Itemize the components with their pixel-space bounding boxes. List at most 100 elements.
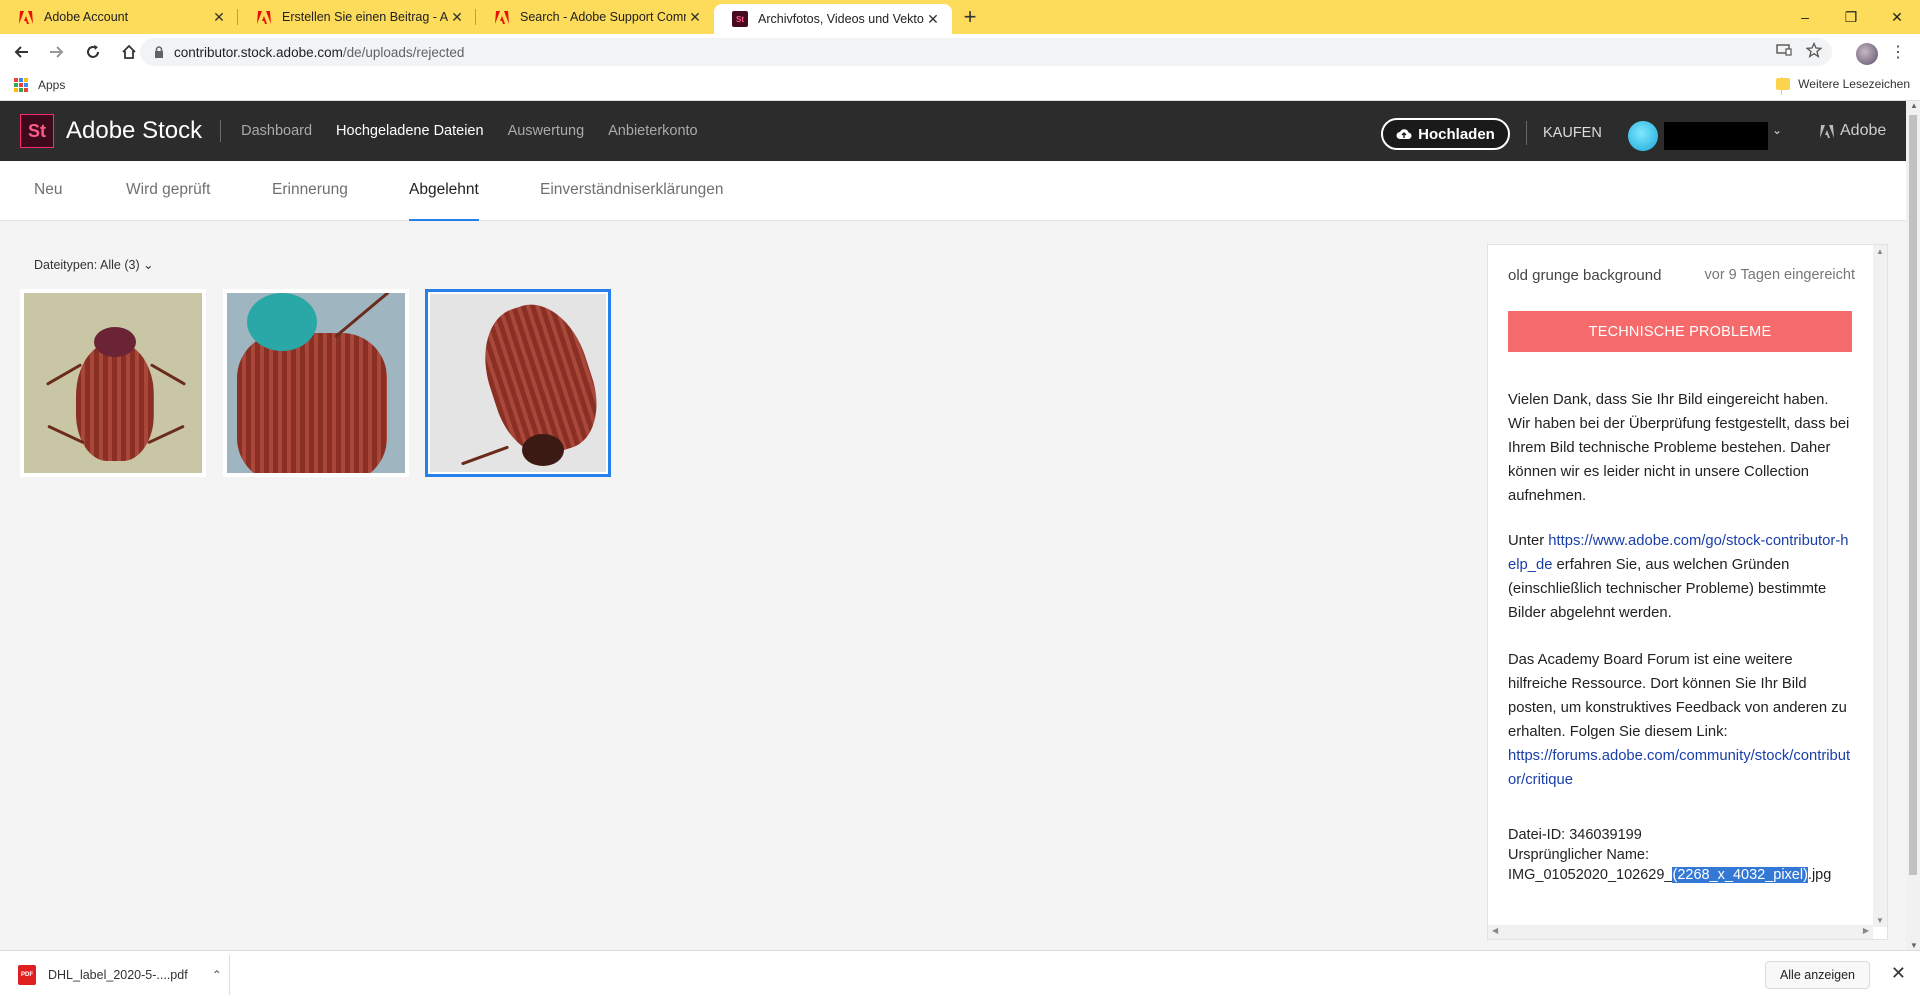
back-button[interactable] [6,37,36,67]
star-icon [1806,42,1822,58]
close-icon[interactable]: ✕ [448,9,466,26]
pdf-file-icon: PDF [18,965,36,985]
new-tab-button[interactable]: + [952,0,988,34]
nav-dashboard[interactable]: Dashboard [241,123,312,139]
restore-button[interactable]: ❐ [1828,0,1874,34]
address-bar[interactable]: contributor.stock.adobe.com/de/uploads/r… [140,38,1832,66]
forward-button[interactable] [42,37,72,67]
nav-contributor-account[interactable]: Anbieterkonto [608,123,697,139]
user-name-redacted[interactable] [1664,122,1768,150]
adobe-icon [494,9,510,25]
url-path: /de/uploads/rejected [342,44,465,60]
reload-button[interactable] [78,37,108,67]
apps-bookmark[interactable]: Apps [38,78,65,92]
tab-title: Archivfotos, Videos und Vektorg [758,12,924,26]
upload-thumbnail[interactable] [20,289,206,477]
tab-new[interactable]: Neu [34,161,62,221]
rejection-message: Vielen Dank, dass Sie Ihr Bild eingereic… [1508,392,1850,504]
filename-selected-text[interactable]: (2268_x_4032_pixel) [1672,867,1808,883]
stock-header: St Adobe Stock Dashboard Hochgeladene Da… [0,101,1906,161]
panel-vertical-scrollbar[interactable]: ▲ ▼ [1873,245,1887,927]
filter-label: Dateitypen: Alle (3) [34,258,140,272]
header-divider [1526,121,1527,145]
page-viewport: St Adobe Stock Dashboard Hochgeladene Da… [0,101,1906,950]
help-paragraph: Unter https://www.adobe.com/go/stock-con… [1508,529,1854,625]
user-avatar[interactable] [1628,121,1658,151]
chevron-up-icon[interactable]: ⌃ [212,968,222,982]
original-filename: IMG_01052020_102629_(2268_x_4032_pixel).… [1508,865,1868,885]
scroll-left-icon[interactable]: ◀ [1492,926,1498,935]
scrollbar-thumb[interactable] [1909,115,1917,875]
page-vertical-scrollbar[interactable]: ▲ ▼ [1906,101,1920,950]
original-name-label: Ursprünglicher Name: [1508,847,1650,863]
apps-grid-icon[interactable] [14,78,28,92]
adobe-stock-logo[interactable]: St [20,114,54,148]
forum-paragraph: Das Academy Board Forum ist eine weitere… [1508,648,1854,792]
more-vert-icon[interactable]: ⋮ [1890,42,1906,62]
upload-thumbnail-selected[interactable] [425,289,611,477]
scroll-up-icon[interactable]: ▲ [1876,247,1884,256]
tab-title: Adobe Account [44,10,129,24]
upload-label: Hochladen [1418,125,1495,143]
browser-toolbar: contributor.stock.adobe.com/de/uploads/r… [0,34,1920,70]
upload-button[interactable]: Hochladen [1381,118,1510,150]
adobe-link[interactable]: Adobe [1820,122,1886,140]
asset-title: old grunge background [1508,267,1662,284]
reload-icon [87,45,99,58]
close-icon[interactable]: ✕ [924,11,942,28]
bookmarks-bar: Apps Weitere Lesezeichen [0,70,1920,101]
other-bookmarks-label: Weitere Lesezeichen [1798,77,1910,91]
show-all-downloads-button[interactable]: Alle anzeigen [1764,961,1870,989]
forum-link[interactable]: https://forums.adobe.com/community/stock… [1508,748,1850,788]
nav-insights[interactable]: Auswertung [508,123,585,139]
close-window-button[interactable]: ✕ [1874,0,1920,34]
scroll-down-icon[interactable]: ▼ [1876,916,1884,925]
lock-icon [155,46,163,58]
buy-link[interactable]: KAUFEN [1543,125,1602,141]
close-icon[interactable]: ✕ [686,9,704,26]
tab-rejected[interactable]: Abgelehnt [409,161,479,221]
profile-avatar[interactable] [1856,43,1878,65]
chevron-down-icon[interactable]: ⌄ [1772,123,1782,137]
tab-reminder[interactable]: Erinnerung [272,161,348,221]
browser-tab-support-search[interactable]: Search - Adobe Support Commu ✕ [476,0,714,34]
adobe-icon [1820,124,1834,138]
adobe-icon [18,9,34,25]
tab-title: Search - Adobe Support Commu [520,10,686,24]
minimize-button[interactable]: – [1782,0,1828,34]
url-host: contributor.stock.adobe.com [174,44,343,60]
other-bookmarks[interactable]: Weitere Lesezeichen [1776,77,1910,91]
panel-horizontal-scrollbar[interactable]: ◀ ▶ [1488,925,1873,939]
filename-suffix: .jpg [1807,867,1832,883]
download-item[interactable]: PDF DHL_label_2020-5-....pdf ⌃ [18,955,230,995]
browser-tab-adobe-stock[interactable]: St Archivfotos, Videos und Vektorg ✕ [714,4,952,34]
folder-icon [1776,78,1791,90]
detail-panel-content: old grunge background vor 9 Tagen einger… [1488,245,1873,925]
browser-tab-adobe-account[interactable]: Adobe Account ✕ [0,0,238,34]
rejection-status-badge: TECHNISCHE PROBLEME [1508,311,1852,352]
home-icon [122,44,136,59]
scroll-up-icon[interactable]: ▲ [1910,101,1918,110]
close-icon[interactable]: ✕ [1891,963,1906,984]
tab-in-review[interactable]: Wird geprüft [126,161,210,221]
file-metadata: Datei-ID: 346039199 Ursprünglicher Name:… [1508,825,1868,885]
close-icon[interactable]: ✕ [210,9,228,26]
nav-uploaded-files[interactable]: Hochgeladene Dateien [336,123,484,139]
arrow-right-icon [50,46,64,58]
beetle-photo [430,294,606,472]
browser-tab-create-post[interactable]: Erstellen Sie einen Beitrag - Adob ✕ [238,0,476,34]
filename-prefix: IMG_01052020_102629_ [1508,867,1673,883]
file-type-filter[interactable]: Dateitypen: Alle (3) ⌄ [34,257,154,272]
adobe-icon [256,9,272,25]
download-shelf: PDF DHL_label_2020-5-....pdf ⌃ Alle anze… [0,950,1920,999]
tab-releases[interactable]: Einverständniserklärungen [540,161,724,221]
beetle-photo [227,293,405,473]
upload-thumbnail[interactable] [223,289,409,477]
submitted-date: vor 9 Tagen eingereicht [1704,267,1855,283]
scroll-down-icon[interactable]: ▼ [1910,941,1918,950]
help-prefix: Unter [1508,533,1549,549]
brand-name[interactable]: Adobe Stock [66,117,202,145]
scroll-right-icon[interactable]: ▶ [1863,926,1869,935]
browser-tab-strip: Adobe Account ✕ Erstellen Sie einen Beit… [0,0,1920,34]
arrow-left-icon [14,46,28,58]
